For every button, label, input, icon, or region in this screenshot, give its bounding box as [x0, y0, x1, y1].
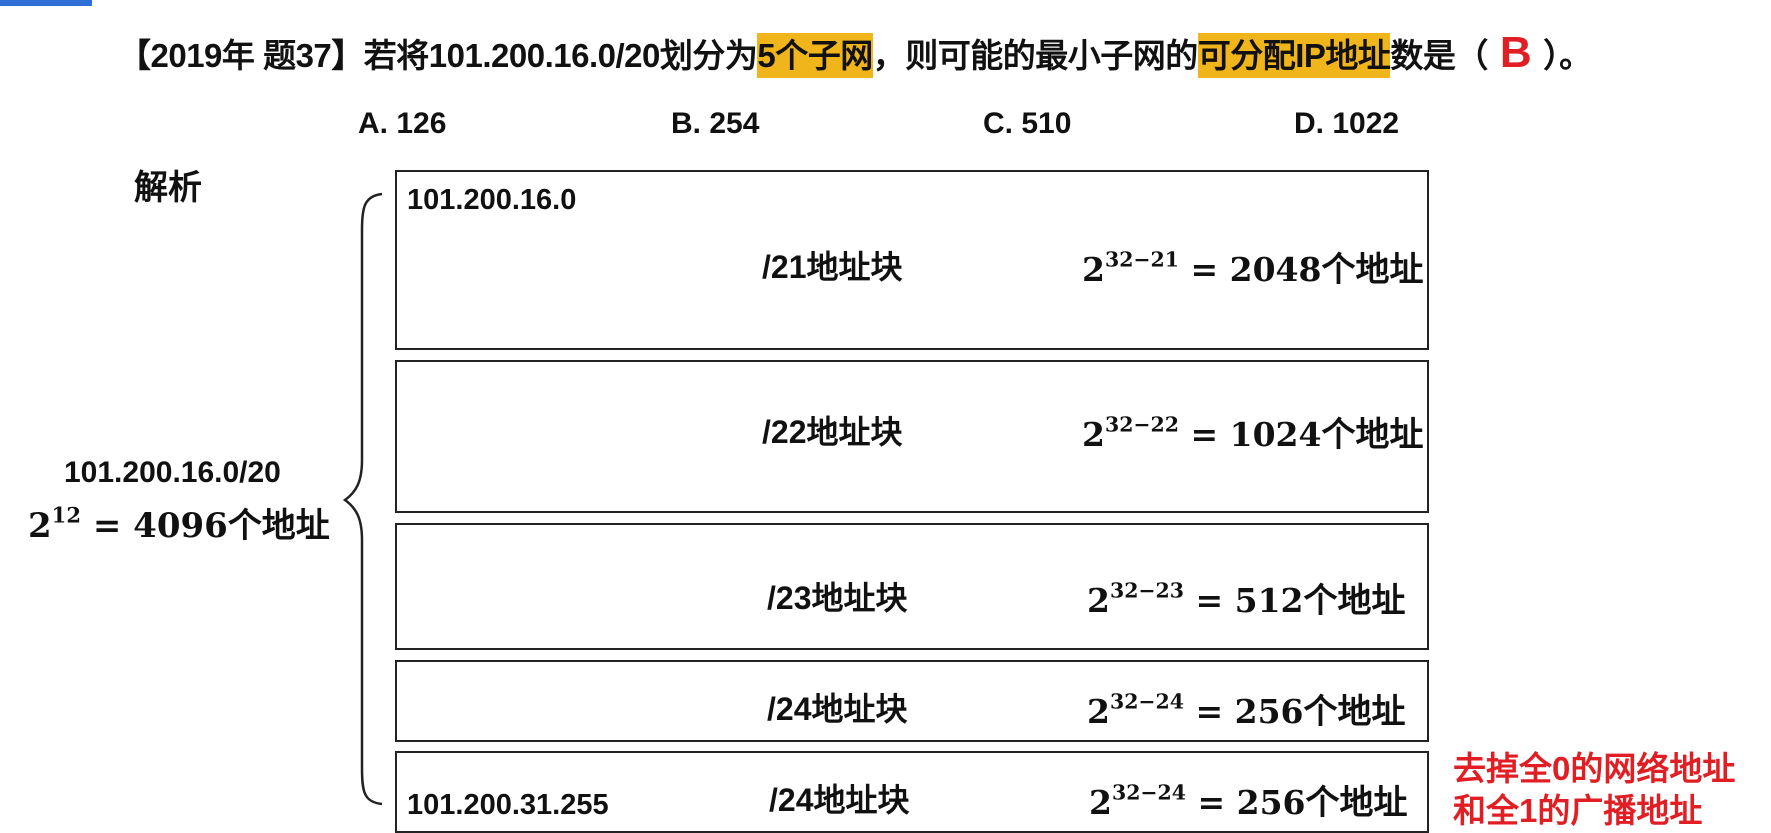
option-d: D. 1022: [1294, 107, 1400, 140]
block-label: /22地址块: [762, 414, 903, 450]
address-block-21: 101.200.16.0 /21地址块 232−21 = 2048个地址: [395, 170, 1429, 350]
block-address-count: 232−24 = 256个地址: [1087, 689, 1406, 731]
address-block-23: /23地址块 232−23 = 512个地址: [395, 523, 1429, 650]
question-prefix: 【2019年 题37】若将101.200.16.0/20划分为: [118, 37, 758, 74]
block-label: /24地址块: [769, 782, 910, 818]
note-line-2: 和全1的广播地址: [1453, 792, 1703, 829]
question-text: 【2019年 题37】若将101.200.16.0/20划分为5个子网，则可能的…: [118, 28, 1592, 78]
option-b: B. 254: [671, 107, 760, 140]
question-end: ）。: [1543, 37, 1592, 74]
address-block-22: /22地址块 232−22 = 1024个地址: [395, 360, 1429, 513]
block-address-count: 232−24 = 256个地址: [1089, 780, 1408, 822]
whole-network-label: 101.200.16.0/20: [64, 456, 281, 489]
highlight-subnet-count: 5个子网: [757, 33, 873, 78]
address-block-24-a: /24地址块 232−24 = 256个地址: [395, 660, 1429, 742]
block-label: /21地址块: [762, 249, 903, 285]
slide-corner-tab: [0, 0, 92, 6]
option-a: A. 126: [358, 107, 447, 140]
whole-address-count: 212 = 4096个地址: [28, 502, 330, 546]
address-block-24-b: 101.200.31.255 /24地址块 232−24 = 256个地址: [395, 751, 1429, 833]
block-label: /24地址块: [767, 691, 908, 727]
end-address: 101.200.31.255: [407, 789, 609, 821]
highlight-assignable-ip: 可分配IP地址: [1197, 33, 1391, 78]
answer-letter: B: [1499, 28, 1532, 77]
start-address: 101.200.16.0: [407, 184, 577, 216]
question-suffix: 数是（: [1390, 37, 1488, 74]
block-address-count: 232−23 = 512个地址: [1087, 578, 1406, 620]
block-address-count: 232−22 = 1024个地址: [1082, 412, 1424, 454]
red-note: 去掉全0的网络地址 和全1的广播地址: [1453, 748, 1735, 832]
block-address-count: 232−21 = 2048个地址: [1082, 247, 1424, 289]
block-label: /23地址块: [767, 580, 908, 616]
note-line-1: 去掉全0的网络地址: [1453, 750, 1736, 787]
option-c: C. 510: [983, 107, 1072, 140]
question-middle: ，则可能的最小子网的: [872, 37, 1199, 74]
curly-brace: [342, 192, 383, 806]
analysis-title: 解析: [134, 169, 202, 207]
